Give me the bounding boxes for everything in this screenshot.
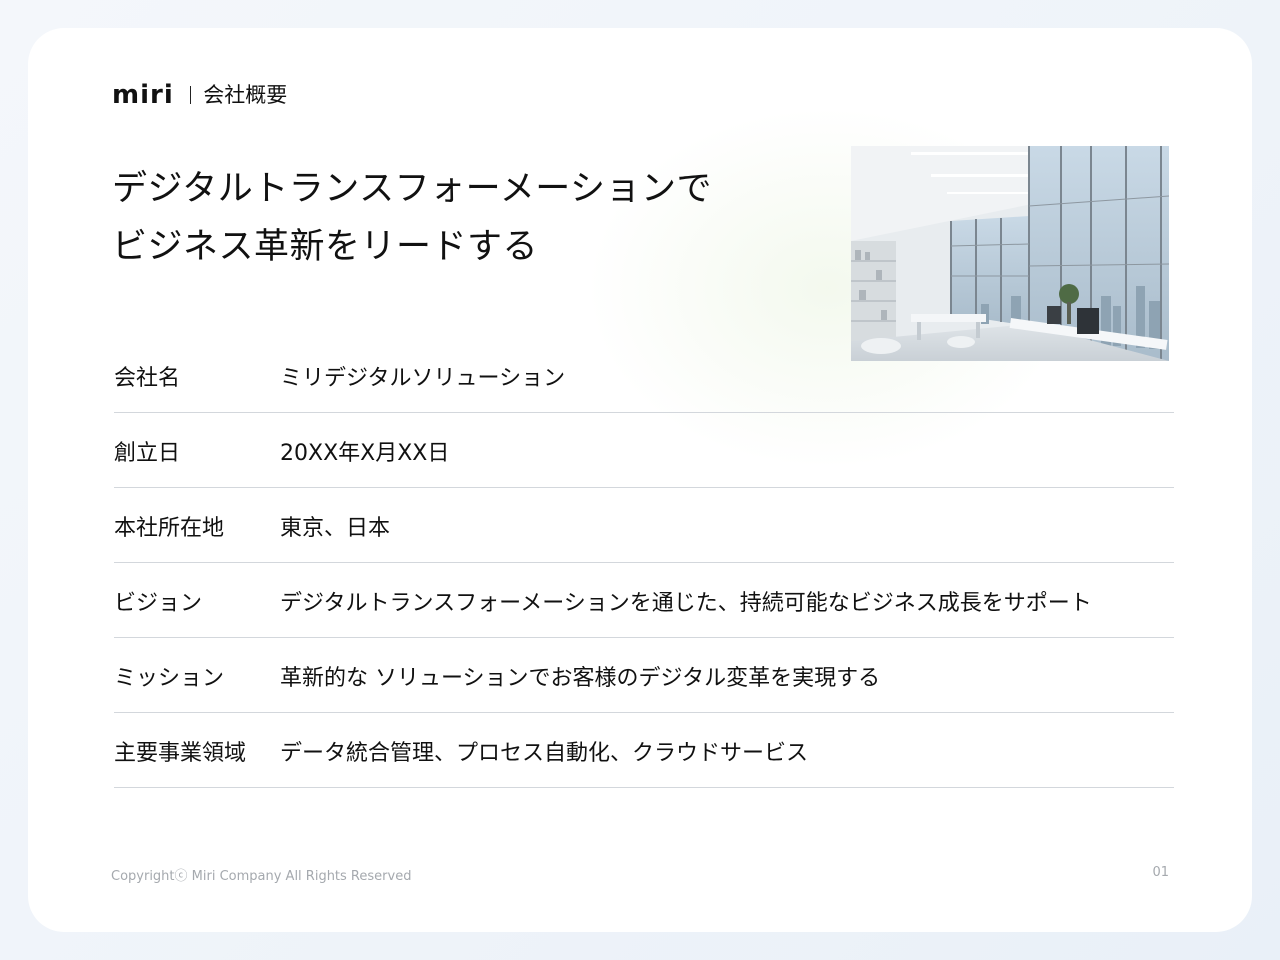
row-value: 東京、日本 [280, 516, 391, 541]
row-label: ミッション [114, 666, 225, 691]
headline-line-1: デジタルトランスフォーメーションで [112, 169, 713, 209]
row-value: データ統合管理、プロセス自動化、クラウドサービス [280, 741, 809, 766]
row-value: デジタルトランスフォーメーションを通じた、持続可能なビジネス成長をサポート [280, 591, 1092, 616]
headline-line-2: ビジネス革新をリードする [112, 227, 539, 267]
table-row-mission: ミッション 革新的な ソリューションでお客様のデジタル変革を実現する [114, 638, 1174, 713]
slide-card: miri 会社概要 デジタルトランスフォーメーションで ビジネス革新をリードする [28, 28, 1252, 932]
table-row-headquarters: 本社所在地 東京、日本 [114, 488, 1174, 563]
row-label: ビジョン [114, 591, 203, 616]
row-label: 本社所在地 [114, 516, 225, 541]
company-logo: miri [112, 80, 174, 110]
table-row-company-name: 会社名 ミリデジタルソリューション [114, 346, 1174, 413]
headline: デジタルトランスフォーメーションで ビジネス革新をリードする [112, 160, 712, 276]
page-number: 01 [1152, 865, 1169, 880]
slide-header: miri 会社概要 [112, 78, 287, 112]
table-row-founded: 創立日 20XX年X月XX日 [114, 413, 1174, 488]
copyright-text: Copyrightⓒ Miri Company All Rights Reser… [111, 869, 412, 884]
office-photo-illustration [851, 146, 1169, 361]
table-row-vision: ビジョン デジタルトランスフォーメーションを通じた、持続可能なビジネス成長をサポ… [114, 563, 1174, 638]
table-row-business-areas: 主要事業領域 データ統合管理、プロセス自動化、クラウドサービス [114, 713, 1174, 788]
company-profile-table: 会社名 ミリデジタルソリューション 創立日 20XX年X月XX日 本社所在地 東… [114, 346, 1174, 788]
row-label: 会社名 [114, 366, 181, 391]
row-value: ミリデジタルソリューション [280, 366, 566, 391]
row-label: 創立日 [114, 441, 181, 466]
office-photo [851, 146, 1169, 361]
row-label: 主要事業領域 [114, 741, 247, 766]
row-value: 革新的な ソリューションでお客様のデジタル変革を実現する [280, 666, 881, 691]
section-title: 会社概要 [203, 83, 288, 107]
row-value: 20XX年X月XX日 [280, 441, 450, 466]
header-divider [189, 86, 192, 104]
slide-background: miri 会社概要 デジタルトランスフォーメーションで ビジネス革新をリードする [0, 0, 1280, 960]
